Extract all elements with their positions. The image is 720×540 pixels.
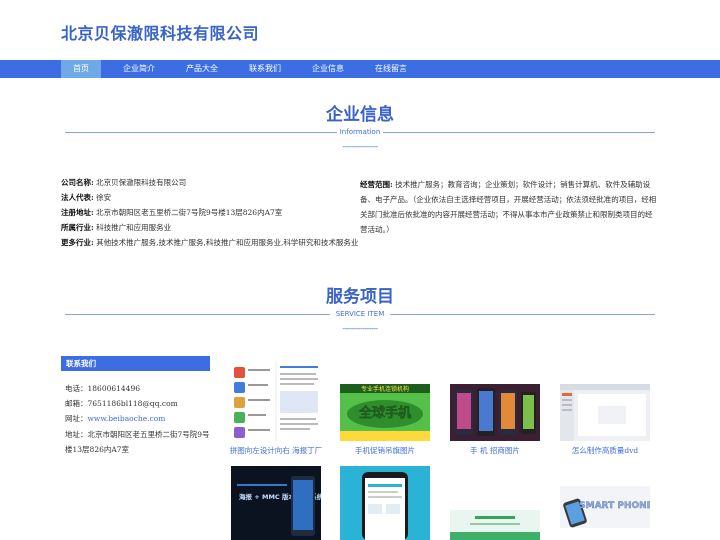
scope-label: 经营范围:	[360, 180, 393, 189]
phone-collage-graphic	[450, 384, 540, 441]
banner-top-text: 专业手机连锁机构	[361, 385, 409, 393]
info-value: 其他技术推广服务,技术推广服务,科技推广和应用服务业,科学研究和技术服务业	[96, 238, 359, 247]
product-image-1[interactable]	[231, 361, 321, 441]
phone-label: 电话：	[65, 384, 88, 393]
info-section-title: 企业信息	[326, 105, 394, 125]
contact-website: 网址：www.beibaoche.com	[65, 411, 165, 426]
product-caption-1[interactable]: 拼图向左设计向右 海报丁厂	[228, 445, 324, 456]
nav-contact[interactable]: 联系我们	[243, 60, 287, 78]
nav-message[interactable]: 在线留言	[369, 60, 413, 78]
info-dash: ----------------	[342, 142, 378, 151]
service-section-title: 服务项目	[326, 287, 394, 307]
address-label: 地址：	[65, 430, 88, 439]
contact-address: 地址：北京市朝阳区老五里桥二街7号院9号楼13层826内A7室	[65, 427, 210, 457]
nav-about[interactable]: 企业简介	[117, 60, 161, 78]
info-value: 北京贝保澈限科技有限公司	[96, 178, 187, 187]
smart-phone-graphic: SMART PHONE	[560, 486, 650, 528]
website-label: 网址：	[65, 414, 88, 423]
product-image-8[interactable]: SMART PHONE	[560, 486, 650, 528]
product-image-3[interactable]	[450, 384, 540, 441]
green-banner-graphic	[450, 510, 540, 540]
service-rule-right	[390, 314, 655, 315]
scope-text: 技术推广服务；教育咨询；企业策划；软件设计；销售计算机、软件及辅助设备、电子产品…	[360, 180, 657, 234]
smart-text: SMART PHONE	[579, 501, 650, 511]
info-rule-right	[383, 132, 655, 133]
mmc-phone-graphic: 海报 + MMC 版本信息 系统手机	[231, 466, 321, 540]
info-row-legal: 法人代表: 徐安	[61, 193, 111, 203]
info-label: 所属行业:	[61, 223, 94, 232]
product-image-4[interactable]	[560, 384, 650, 441]
nav-products[interactable]: 产品大全	[180, 60, 224, 78]
banner-big-text: 全球手机	[358, 405, 411, 421]
product-image-6[interactable]	[340, 466, 430, 540]
business-scope: 经营范围: 技术推广服务；教育咨询；企业策划；软件设计；销售计算机、软件及辅助设…	[360, 177, 658, 237]
info-label: 法人代表:	[61, 193, 94, 202]
phone-value: 18600614496	[87, 384, 141, 393]
product-image-7[interactable]	[450, 510, 540, 540]
app-phone-graphic	[340, 466, 430, 540]
product-image-2[interactable]: 专业手机连锁机构 全球手机	[340, 384, 430, 441]
software-window-graphic	[560, 384, 650, 441]
site-title: 北京贝保澈限科技有限公司	[61, 24, 260, 43]
info-value: 徐安	[96, 193, 112, 202]
nav-company-info[interactable]: 企业信息	[306, 60, 350, 78]
contact-phone: 电话：18600614496	[65, 381, 140, 396]
info-label: 更多行业:	[61, 238, 94, 247]
product-caption-2[interactable]: 手机促销吊旗图片	[340, 445, 430, 456]
app-list-graphic	[231, 361, 321, 441]
service-dash: ----------------	[342, 324, 378, 333]
info-row-industry: 所属行业: 科技推广和应用服务业	[61, 223, 171, 233]
contact-heading: 联系我们	[61, 356, 210, 371]
contact-email: 邮箱：7651186bl118@qq.com	[65, 396, 178, 411]
info-label: 公司名称:	[61, 178, 94, 187]
info-value: 科技推广和应用服务业	[96, 223, 172, 232]
product-caption-3[interactable]: 手 机 招商图片	[450, 445, 540, 456]
main-nav: 首页 企业简介 产品大全 联系我们 企业信息 在线留言	[0, 60, 720, 78]
info-row-company: 公司名称: 北京贝保澈限科技有限公司	[61, 178, 186, 188]
info-label: 注册地址:	[61, 208, 94, 217]
product-image-5[interactable]: 海报 + MMC 版本信息 系统手机	[231, 466, 321, 540]
address-value: 北京市朝阳区老五里桥二街7号院9号楼13层826内A7室	[65, 430, 210, 454]
website-link[interactable]: www.beibaoche.com	[88, 414, 166, 423]
email-label: 邮箱：	[65, 399, 88, 408]
phone-banner-graphic: 专业手机连锁机构 全球手机	[340, 384, 430, 441]
nav-home[interactable]: 首页	[61, 60, 101, 78]
product-caption-4[interactable]: 怎么制作高质量dvd	[560, 445, 650, 456]
info-row-more-industry: 更多行业: 其他技术推广服务,技术推广服务,科技推广和应用服务业,科学研究和技术…	[61, 238, 358, 248]
info-row-address: 注册地址: 北京市朝阳区老五里桥二街7号院9号楼13层826内A7室	[61, 208, 282, 218]
info-value: 北京市朝阳区老五里桥二街7号院9号楼13层826内A7室	[96, 208, 283, 217]
email-value: 7651186bl118@qq.com	[87, 399, 178, 408]
